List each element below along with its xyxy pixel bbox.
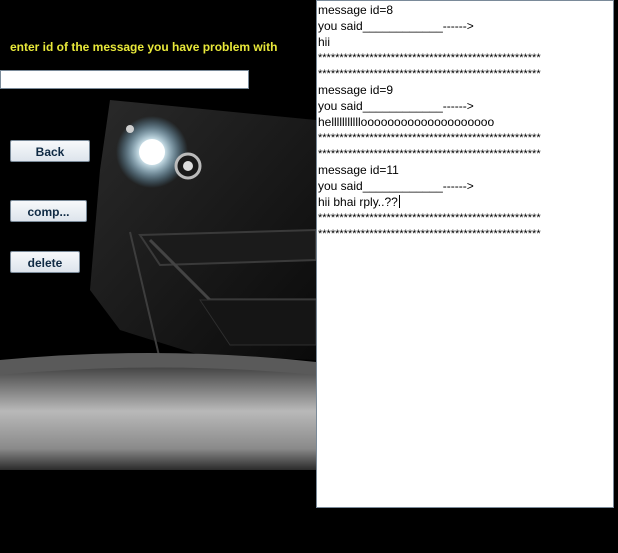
- message-said-line: you said____________------>: [318, 19, 474, 33]
- message-text: hellllllllllloooooooooooooooooooo: [318, 115, 495, 129]
- message-separator: ****************************************…: [318, 132, 541, 144]
- message-id-line: message id=8: [318, 3, 394, 17]
- bottom-strip: [0, 508, 610, 550]
- message-separator: ****************************************…: [318, 148, 541, 160]
- app-window: enter id of the message you have problem…: [0, 0, 618, 553]
- message-id-line: message id=11: [318, 163, 399, 177]
- complain-button[interactable]: comp...: [10, 200, 87, 222]
- message-block: message id=11 you said____________------…: [318, 162, 613, 242]
- message-separator: ****************************************…: [318, 228, 541, 240]
- message-block: message id=9 you said____________------>…: [318, 82, 613, 162]
- message-separator: ****************************************…: [318, 212, 541, 224]
- message-text: hii: [318, 35, 331, 49]
- message-said-line: you said____________------>: [318, 99, 474, 113]
- message-separator: ****************************************…: [318, 68, 541, 80]
- message-block: message id=8 you said____________------>…: [318, 2, 613, 82]
- text-caret: [398, 195, 400, 208]
- message-text-with-caret: hii bhai rply..??: [318, 194, 613, 210]
- message-id-line: message id=9: [318, 83, 394, 97]
- message-said-line: you said____________------>: [318, 179, 474, 193]
- messages-text-area[interactable]: message id=8 you said____________------>…: [316, 0, 614, 508]
- back-button[interactable]: Back: [10, 140, 90, 162]
- delete-button[interactable]: delete: [10, 251, 80, 273]
- message-id-input[interactable]: [0, 70, 249, 89]
- message-text: hii bhai rply..??: [318, 195, 398, 209]
- message-separator: ****************************************…: [318, 52, 541, 64]
- problem-id-prompt: enter id of the message you have problem…: [10, 40, 278, 54]
